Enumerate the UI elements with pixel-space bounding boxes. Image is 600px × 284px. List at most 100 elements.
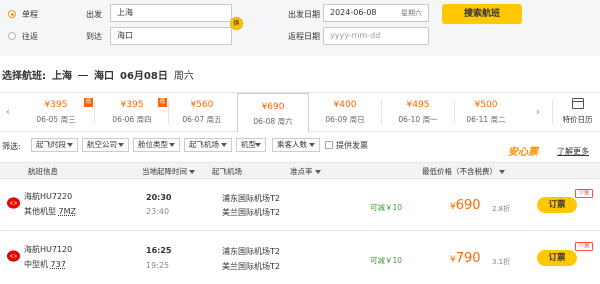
price-value: 690 bbox=[455, 198, 481, 213]
title-to: 海口 bbox=[94, 71, 114, 82]
depart-weekday: 星期六 bbox=[401, 9, 422, 17]
title-prefix: 选择航班: bbox=[2, 71, 46, 82]
few-seats-badge: 少量 bbox=[575, 189, 593, 198]
date-day: 06-10 周一 bbox=[398, 115, 438, 124]
header-time[interactable]: 当地起降时间 bbox=[142, 166, 195, 177]
filter-text: 航空公司 bbox=[87, 140, 117, 149]
learn-more-link[interactable]: 了解更多 bbox=[557, 146, 589, 157]
hainan-airlines-logo-icon bbox=[6, 197, 21, 209]
arrival-time: 19:25 bbox=[146, 261, 170, 270]
discount-badge: 可减￥10 bbox=[370, 256, 403, 265]
date-price: ¥560 bbox=[190, 100, 214, 110]
filter-text: 机型 bbox=[241, 140, 256, 149]
date-cell-selected[interactable]: ¥690 06-08 周六 bbox=[237, 93, 309, 133]
date-day: 06-05 周三 bbox=[36, 115, 76, 124]
filter-text: 起飞机场 bbox=[189, 140, 219, 149]
filter-text: 舱位类型 bbox=[138, 140, 168, 149]
hainan-airlines-logo-icon bbox=[6, 250, 21, 262]
header-time-label: 当地起降时间 bbox=[142, 167, 187, 176]
arrival-time: 23:40 bbox=[146, 207, 170, 216]
return-date-label: 返程日期 bbox=[288, 32, 320, 41]
filter-label: 筛选: bbox=[2, 142, 21, 151]
date-day: 06-06 周四 bbox=[112, 115, 152, 124]
round-trip-label[interactable]: 往返 bbox=[22, 31, 38, 42]
header-ontime-label: 准点率 bbox=[290, 167, 313, 176]
chevron-down-icon bbox=[255, 143, 261, 147]
arrival-airport: 美兰国际机场T2 bbox=[222, 208, 280, 217]
title-weekday: 周六 bbox=[173, 71, 194, 82]
filter-takeoff-time[interactable]: 起飞时段 bbox=[31, 138, 78, 152]
price: ¥790 bbox=[450, 251, 481, 266]
date-price: ¥495 bbox=[406, 100, 430, 110]
depart-date-input[interactable]: 2024-06-08 星期六 bbox=[323, 4, 429, 22]
date-price: ¥500 bbox=[474, 100, 498, 110]
from-label: 出发 bbox=[86, 10, 102, 19]
header-price[interactable]: 最低价格（不含税费） bbox=[422, 166, 505, 177]
prev-dates-icon[interactable]: ‹ bbox=[0, 92, 16, 132]
aircraft-model[interactable]: 其他机型 7MZ bbox=[24, 206, 76, 217]
search-flights-button[interactable]: 搜索航班 bbox=[442, 4, 522, 24]
date-day: 06-09 周日 bbox=[325, 115, 365, 124]
date-price: ¥395 bbox=[44, 100, 68, 110]
calendar-icon bbox=[571, 98, 584, 109]
model-code: 737 bbox=[50, 260, 66, 269]
one-way-radio[interactable] bbox=[8, 10, 16, 18]
invoice-label[interactable]: 提供发票 bbox=[336, 140, 368, 151]
filter-text: 乘客人数 bbox=[277, 140, 307, 149]
brand-anxin-logo: 安心票 bbox=[508, 147, 538, 158]
calendar-label: 特价日历 bbox=[562, 115, 593, 124]
date-cell-7[interactable]: ¥500 06-11 周二 bbox=[450, 92, 522, 132]
to-label: 到达 bbox=[86, 32, 102, 41]
date-cell-5[interactable]: ¥400 06-09 周日 bbox=[309, 92, 381, 132]
filter-passengers[interactable]: 乘客人数 bbox=[272, 138, 320, 152]
date-day: 06-11 周二 bbox=[466, 115, 506, 124]
airline-flight-number: 海航HU7220 bbox=[24, 192, 73, 201]
price-value: 790 bbox=[455, 251, 481, 266]
title-from: 上海 bbox=[52, 71, 72, 82]
special-price-calendar[interactable]: 特价日历 bbox=[555, 98, 600, 130]
title-date: 06月08日 bbox=[120, 71, 168, 82]
next-dates-icon[interactable]: › bbox=[530, 92, 546, 132]
filter-aircraft[interactable]: 机型 bbox=[236, 138, 266, 152]
arrival-airport: 美兰国际机场T2 bbox=[222, 262, 280, 271]
arrow-right-icon bbox=[78, 72, 88, 76]
chevron-down-icon bbox=[67, 143, 73, 147]
aircraft-model[interactable]: 中型机 737 bbox=[24, 259, 66, 270]
return-date-input[interactable]: yyyy-mm-dd bbox=[323, 27, 429, 45]
low-price-badge: 低 bbox=[84, 98, 93, 107]
sort-down-icon bbox=[314, 170, 321, 174]
from-input[interactable]: 上海 bbox=[110, 4, 232, 22]
depart-date-value: 2024-06-08 bbox=[330, 8, 377, 17]
model-code: 7MZ bbox=[58, 207, 77, 216]
header-ontime[interactable]: 准点率 bbox=[290, 166, 321, 177]
departure-time: 16:25 bbox=[146, 246, 172, 255]
to-input[interactable]: 海口 bbox=[110, 27, 232, 45]
swap-button[interactable]: 换 bbox=[230, 17, 243, 30]
filter-cabin[interactable]: 舱位类型 bbox=[133, 138, 180, 152]
depart-date-label: 出发日期 bbox=[288, 10, 320, 19]
chevron-down-icon bbox=[169, 143, 175, 147]
chevron-down-icon bbox=[221, 143, 227, 147]
invoice-checkbox[interactable] bbox=[325, 141, 333, 149]
model-prefix: 其他机型 bbox=[24, 207, 56, 216]
header-airport: 起飞机场 bbox=[212, 167, 242, 176]
few-seats-badge: 少量 bbox=[575, 242, 593, 251]
round-trip-radio[interactable] bbox=[8, 32, 16, 40]
book-button[interactable]: 订票 bbox=[537, 250, 577, 266]
page-title: 选择航班: 上海 海口 06月08日 周六 bbox=[2, 67, 200, 82]
filter-airline[interactable]: 航空公司 bbox=[82, 138, 129, 152]
departure-time: 20:30 bbox=[146, 193, 172, 202]
departure-airport: 浦东国际机场T2 bbox=[222, 247, 280, 256]
date-cell-6[interactable]: ¥495 06-10 周一 bbox=[382, 92, 454, 132]
filter-departure-airport[interactable]: 起飞机场 bbox=[184, 138, 232, 152]
divider bbox=[552, 100, 553, 124]
one-way-label[interactable]: 单程 bbox=[22, 9, 38, 20]
discount-rate: 2.8折 bbox=[492, 205, 511, 213]
chevron-down-icon bbox=[118, 143, 124, 147]
divider bbox=[94, 100, 95, 124]
book-button[interactable]: 订票 bbox=[537, 197, 577, 213]
sort-down-icon bbox=[499, 170, 505, 174]
model-prefix: 中型机 bbox=[24, 260, 48, 269]
date-cell-1[interactable]: ¥395 06-05 周三 bbox=[20, 92, 92, 132]
date-cell-3[interactable]: ¥560 06-07 周五 bbox=[166, 92, 238, 132]
